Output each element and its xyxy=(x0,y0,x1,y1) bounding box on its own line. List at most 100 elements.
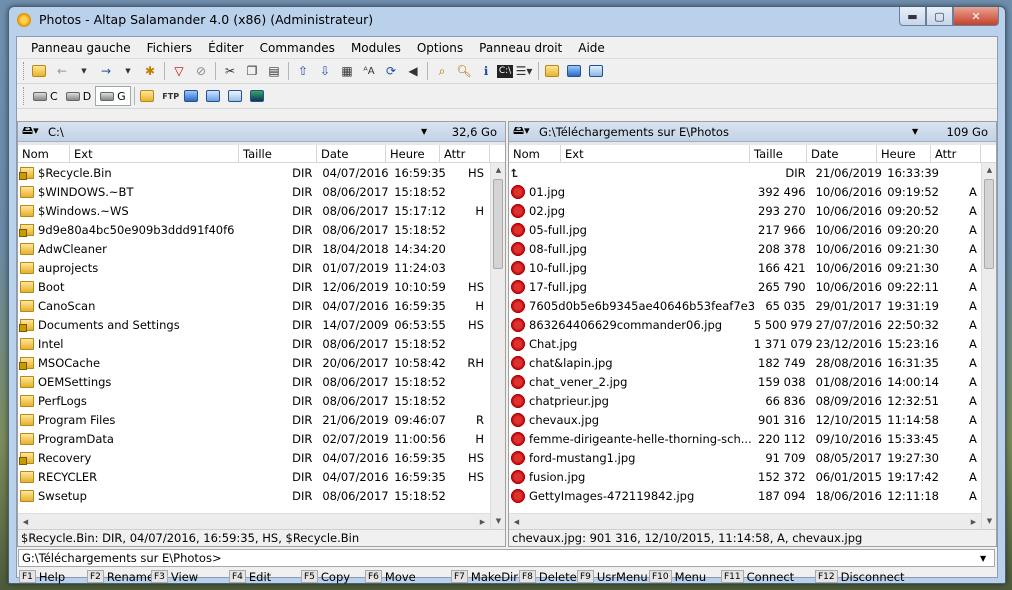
file-name-cell[interactable]: MSOCache xyxy=(18,356,285,370)
menu-aide[interactable]: Aide xyxy=(570,41,613,55)
right-vertical-scrollbar[interactable]: ▲ ▼ xyxy=(981,163,996,529)
right-file-list[interactable]: ⮤ DIR 21/06/2019 16:33:39 01.jpg 392 496 10/06… xyxy=(509,163,981,512)
paste-icon[interactable]: ▤ xyxy=(263,61,285,81)
hot-paths-icon[interactable] xyxy=(542,61,564,81)
file-name-cell[interactable]: chat_vener_2.jpg xyxy=(509,374,754,389)
file-row[interactable]: chevaux.jpg 901 316 12/10/2015 11:14:58 A xyxy=(509,410,981,429)
col-name[interactable]: Nom xyxy=(18,145,70,162)
file-row[interactable]: $Windows.~WS DIR 08/06/2017 15:17:12 H xyxy=(18,201,490,220)
file-row[interactable]: OEMSettings DIR 08/06/2017 15:18:52 xyxy=(18,372,490,391)
file-name-cell[interactable]: Documents and Settings xyxy=(18,318,285,332)
fkey-f3[interactable]: F3 View xyxy=(149,568,227,585)
maximize-button[interactable]: ▢ xyxy=(926,7,953,26)
file-row[interactable]: $WINDOWS.~BT DIR 08/06/2017 15:18:52 xyxy=(18,182,490,201)
file-name-cell[interactable]: Swsetup xyxy=(18,489,285,503)
file-name-cell[interactable]: femme-dirigeante-helle-thorning-sch... xyxy=(509,431,754,446)
file-name-cell[interactable]: 08-full.jpg xyxy=(509,241,754,256)
recycle-bin-icon[interactable] xyxy=(586,61,608,81)
right-scroll-thumb[interactable] xyxy=(984,179,994,269)
file-name-cell[interactable]: Chat.jpg xyxy=(509,336,754,351)
file-name-cell[interactable]: 05-full.jpg xyxy=(509,222,754,237)
file-name-cell[interactable]: Boot xyxy=(18,280,285,294)
toolbar-grip[interactable] xyxy=(23,62,26,80)
fkey-f5[interactable]: F5 Copy xyxy=(299,568,363,585)
file-row[interactable]: CanoScan DIR 04/07/2016 16:59:35 H xyxy=(18,296,490,315)
left-horizontal-scrollbar[interactable]: ◀ ▶ xyxy=(18,513,490,529)
file-name-cell[interactable]: 17-full.jpg xyxy=(509,279,754,294)
info-icon[interactable]: ℹ xyxy=(475,61,497,81)
menu-fichiers[interactable]: Fichiers xyxy=(139,41,200,55)
forward-icon[interactable]: → xyxy=(95,61,117,81)
change-case-icon[interactable]: ᴬA xyxy=(358,61,380,81)
right-horizontal-scrollbar[interactable]: ◀ ▶ xyxy=(509,513,981,529)
command-history-dropdown-icon[interactable]: ▼ xyxy=(980,554,994,563)
file-row[interactable]: 9d9e80a4bc50e909b3ddd91f40f6 DIR 08/06/201… xyxy=(18,220,490,239)
file-row[interactable]: 05-full.jpg 217 966 10/06/2016 09:20:20 A xyxy=(509,220,981,239)
back-icon[interactable]: ← xyxy=(51,61,73,81)
file-name-cell[interactable]: ford-mustang1.jpg xyxy=(509,450,754,465)
menu-panneau-droit[interactable]: Panneau droit xyxy=(471,41,570,55)
col-attr[interactable]: Attr xyxy=(931,145,981,162)
left-path-dropdown-icon[interactable]: ▼ xyxy=(421,127,435,136)
scroll-down-icon[interactable]: ▼ xyxy=(491,514,506,529)
file-row[interactable]: MSOCache DIR 20/06/2017 10:58:42 RH xyxy=(18,353,490,372)
file-name-cell[interactable]: $Recycle.Bin xyxy=(18,166,285,180)
file-name-cell[interactable]: PerfLogs xyxy=(18,394,285,408)
col-size[interactable]: Taille xyxy=(750,145,807,162)
right-path-bar[interactable]: 🖴▾ G:\Téléchargements sur E\Photos ▼ 109… xyxy=(509,122,996,142)
file-name-cell[interactable]: ProgramData xyxy=(18,432,285,446)
file-name-cell[interactable]: chevaux.jpg xyxy=(509,412,754,427)
fkey-f8[interactable]: F8 Delete xyxy=(517,568,577,585)
left-panel[interactable]: 🖴▾ C:\ ▼ 32,6 Go Nom Ext Taille Date Heu… xyxy=(17,121,506,547)
col-ext[interactable]: Ext xyxy=(561,145,750,162)
properties-icon[interactable]: ▦ xyxy=(336,61,358,81)
col-name[interactable]: Nom xyxy=(509,145,561,162)
file-row[interactable]: AdwCleaner DIR 18/04/2018 14:34:20 xyxy=(18,239,490,258)
scroll-left-icon[interactable]: ◀ xyxy=(509,514,524,530)
file-name-cell[interactable]: RECYCLER xyxy=(18,470,285,484)
right-drive-icon[interactable]: 🖴▾ xyxy=(509,122,539,141)
fkey-f10[interactable]: F10 Menu xyxy=(647,568,719,585)
cut-icon[interactable]: ✂ xyxy=(219,61,241,81)
view-mode-icon[interactable]: ☰▾ xyxy=(513,61,535,81)
left-path-bar[interactable]: 🖴▾ C:\ ▼ 32,6 Go xyxy=(18,122,505,142)
left-drive-icon[interactable]: 🖴▾ xyxy=(18,122,48,141)
col-size[interactable]: Taille xyxy=(239,145,317,162)
back-dropdown-icon[interactable]: ▼ xyxy=(73,61,95,81)
fkey-f2[interactable]: F2 Rename xyxy=(85,568,154,585)
scroll-right-icon[interactable]: ▶ xyxy=(475,514,490,530)
select-icon[interactable]: ✱ xyxy=(139,61,161,81)
fkey-f9[interactable]: F9 UsrMenu xyxy=(575,568,648,585)
left-scroll-thumb[interactable] xyxy=(493,179,503,269)
file-name-cell[interactable]: auprojects xyxy=(18,261,285,275)
filter-icon[interactable]: ▽ xyxy=(168,61,190,81)
file-row[interactable]: ProgramData DIR 02/07/2019 11:00:56 H xyxy=(18,429,490,448)
file-row[interactable]: femme-dirigeante-helle-thorning-sch... 22… xyxy=(509,429,981,448)
file-row[interactable]: Program Files DIR 21/06/2019 09:46:07 R xyxy=(18,410,490,429)
network-drive-icon[interactable] xyxy=(182,86,204,106)
file-row[interactable]: Swsetup DIR 08/06/2017 15:18:52 xyxy=(18,486,490,505)
close-button[interactable]: ✕ xyxy=(953,7,999,26)
col-date[interactable]: Date xyxy=(807,145,877,162)
file-row[interactable]: 10-full.jpg 166 421 10/06/2016 09:21:30 A xyxy=(509,258,981,277)
col-date[interactable]: Date xyxy=(317,145,386,162)
minimize-button[interactable]: ▬ xyxy=(899,7,926,26)
fkey-f12[interactable]: F12 Disconnect xyxy=(813,568,905,585)
copy-icon[interactable]: ❐ xyxy=(241,61,263,81)
file-row[interactable]: auprojects DIR 01/07/2019 11:24:03 xyxy=(18,258,490,277)
pack-icon[interactable]: ⇧ xyxy=(292,61,314,81)
documents-folder-icon[interactable] xyxy=(138,86,160,106)
file-row[interactable]: fusion.jpg 152 372 06/01/2015 19:17:42 A xyxy=(509,467,981,486)
fkey-f11[interactable]: F11 Connect xyxy=(719,568,813,585)
fkey-f7[interactable]: F7 MakeDir xyxy=(449,568,518,585)
unpack-icon[interactable]: ⇩ xyxy=(314,61,336,81)
left-file-list[interactable]: $Recycle.Bin DIR 04/07/2016 16:59:35 HS $WIND… xyxy=(18,163,490,512)
file-name-cell[interactable]: 10-full.jpg xyxy=(509,260,754,275)
drive-c-button[interactable]: C xyxy=(29,86,62,106)
col-time[interactable]: Heure xyxy=(386,145,440,162)
file-row[interactable]: chatprieur.jpg 66 836 08/09/2016 12:32:51 A xyxy=(509,391,981,410)
fkey-f4[interactable]: F4 Edit xyxy=(227,568,299,585)
file-row[interactable]: 08-full.jpg 208 378 10/06/2016 09:21:30 A xyxy=(509,239,981,258)
file-row[interactable]: Chat.jpg 1 371 079 23/12/2016 15:23:16 A xyxy=(509,334,981,353)
file-name-cell[interactable]: 9d9e80a4bc50e909b3ddd91f40f6 xyxy=(18,223,285,237)
